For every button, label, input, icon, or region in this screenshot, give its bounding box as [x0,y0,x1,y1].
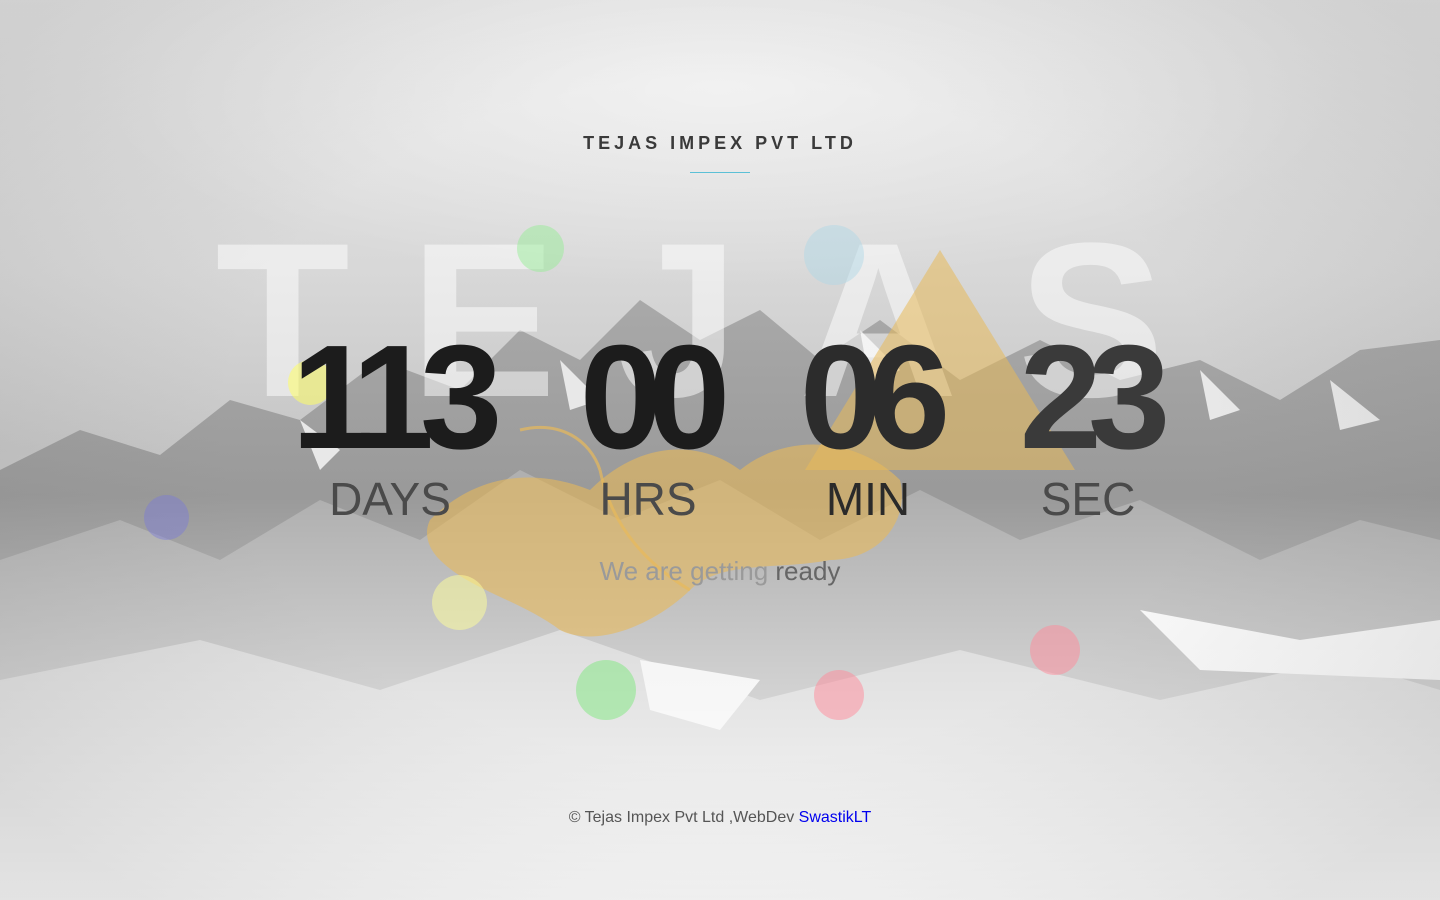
coming-soon-page: TEJAS TEJAS IMPEX PVT LTD 113 DAYS 00 HR… [0,0,1440,900]
floating-dot [804,225,864,285]
tagline-prefix: We are getting [599,556,776,586]
floating-dot [576,660,636,720]
seconds-value: 23 [1019,315,1171,480]
developer-link[interactable]: SwastikLT [799,809,872,826]
tagline: We are getting ready [0,556,1440,587]
days-value: 113 [291,315,503,480]
floating-dot [1030,625,1080,675]
countdown-days: 113 DAYS [260,315,520,525]
days-label: DAYS [329,473,451,525]
floating-dot [517,225,564,272]
countdown-seconds: 23 SEC [958,315,1218,525]
floating-dot [814,670,864,720]
company-name: TEJAS IMPEX PVT LTD [583,133,857,153]
footer: © Tejas Impex Pvt Ltd ,WebDev SwastikLT [0,809,1440,827]
tagline-emphasis: ready [775,556,841,586]
floating-dot [144,495,189,540]
title-underline [690,172,750,173]
seconds-label: SEC [1040,473,1136,525]
footer-copyright: © Tejas Impex Pvt Ltd ,WebDev [568,809,799,826]
